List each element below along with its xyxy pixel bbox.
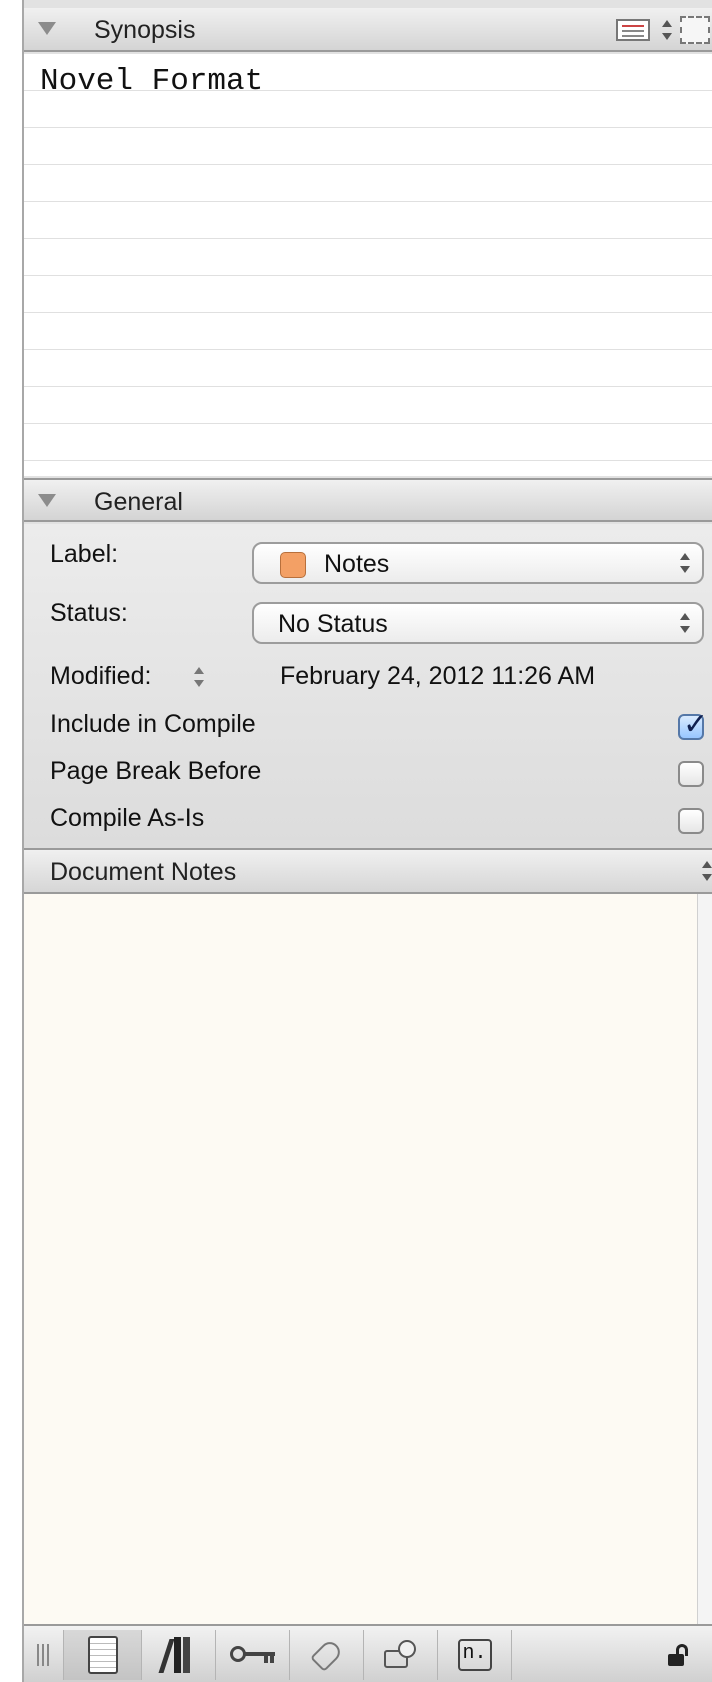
inspector-panel: Synopsis Novel Format General Label: Not… [22, 0, 712, 1682]
disclosure-triangle-icon[interactable] [38, 494, 56, 507]
modified-date: February 24, 2012 11:26 AM [280, 662, 596, 690]
disclosure-triangle-icon[interactable] [38, 22, 56, 35]
document-notes-text-area[interactable] [24, 894, 698, 1624]
compile-as-is-label: Compile As-Is [50, 804, 205, 832]
compile-as-is-checkbox[interactable] [678, 808, 704, 834]
general-title: General [94, 488, 183, 516]
document-notes-header[interactable]: Document Notes [24, 848, 712, 894]
snapshots-button[interactable] [364, 1630, 438, 1680]
comments-footnotes-icon: n. [457, 1639, 492, 1671]
popup-arrows-icon [680, 613, 690, 633]
references-books-icon [157, 1637, 196, 1673]
snapshot-camera-icon [383, 1640, 418, 1670]
references-button[interactable] [142, 1630, 216, 1680]
synopsis-text-area[interactable]: Novel Format [24, 54, 712, 476]
notes-scrollbar[interactable] [697, 894, 712, 1624]
status-field-label: Status: [50, 599, 128, 627]
synopsis-title: Synopsis [94, 16, 196, 44]
lock-icon [668, 1644, 690, 1666]
modified-field-label: Modified: [50, 662, 152, 690]
include-in-compile-checkbox[interactable]: ✓ [678, 708, 708, 741]
modified-stepper-icon[interactable] [194, 667, 204, 687]
synopsis-text: Novel Format [40, 64, 264, 99]
label-color-swatch [280, 552, 306, 578]
grip-icon [36, 1644, 51, 1666]
label-popup-value: Notes [324, 550, 390, 578]
general-section: Label: Notes Status: No Status Modified:… [24, 524, 712, 849]
general-header[interactable]: General [24, 478, 712, 522]
image-frame-icon[interactable] [680, 16, 710, 44]
synopsis-header[interactable]: Synopsis [24, 8, 712, 52]
tags-button[interactable] [290, 1630, 364, 1680]
keywords-key-icon [229, 1645, 276, 1665]
inspector-toolbar: n. [24, 1624, 712, 1682]
page-break-before-label: Page Break Before [50, 757, 262, 785]
popup-arrows-icon [680, 553, 690, 573]
notes-page-icon [87, 1636, 118, 1674]
keywords-button[interactable] [216, 1630, 290, 1680]
chevron-updown-icon[interactable] [702, 861, 712, 881]
document-notes-title: Document Notes [50, 858, 237, 886]
page-break-before-checkbox[interactable] [678, 761, 704, 787]
status-popup[interactable]: No Status [252, 602, 704, 644]
synopsis-image-toggle-icon[interactable] [616, 19, 650, 41]
label-popup[interactable]: Notes [252, 542, 704, 584]
status-popup-value: No Status [278, 610, 388, 638]
chevron-updown-icon[interactable] [662, 20, 672, 40]
comments-button[interactable]: n. [438, 1630, 512, 1680]
toolbar-grip[interactable] [24, 1630, 64, 1680]
notes-button[interactable] [64, 1630, 142, 1680]
tag-icon [309, 1638, 344, 1672]
checkmark-icon: ✓ [683, 708, 709, 741]
label-field-label: Label: [50, 540, 119, 568]
lock-button[interactable] [644, 1630, 712, 1680]
include-in-compile-label: Include in Compile [50, 710, 256, 738]
